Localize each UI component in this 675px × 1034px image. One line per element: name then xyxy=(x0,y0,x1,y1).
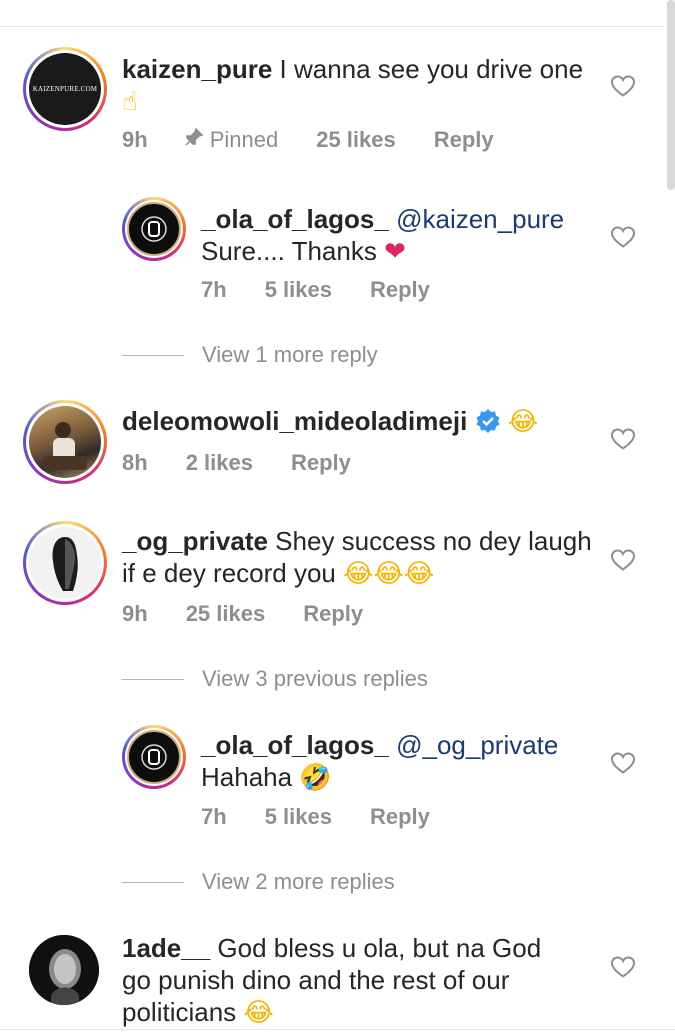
comment-text: Sure.... Thanks xyxy=(201,236,385,266)
divider-dash xyxy=(122,354,184,356)
comment-emoji: 😂 xyxy=(243,998,274,1028)
comment-body: kaizen_pure I wanna see you drive one ☝ xyxy=(122,53,592,118)
comment-username[interactable]: _ola_of_lagos_ xyxy=(201,730,389,760)
avatar-logo-text: KAIZENPURE.COM xyxy=(32,85,98,93)
comment-body: 1ade__ God bless u ola, but na God go pu… xyxy=(122,932,542,1029)
view-more-replies-button[interactable]: View 1 more reply xyxy=(122,342,378,368)
comment-emoji: 😂 xyxy=(507,407,539,437)
avatar[interactable] xyxy=(122,725,186,789)
face-silhouette-icon xyxy=(52,537,78,591)
like-heart-icon[interactable] xyxy=(610,548,636,572)
reply-button[interactable]: Reply xyxy=(370,277,430,303)
pinned-label: Pinned xyxy=(209,127,279,152)
view-more-replies-button[interactable]: View 2 more replies xyxy=(122,869,395,895)
comment-meta: 7h 5 likes Reply xyxy=(201,804,430,830)
bottom-divider xyxy=(0,1029,675,1030)
verified-badge-icon xyxy=(476,409,500,433)
view-previous-replies-button[interactable]: View 3 previous replies xyxy=(122,666,428,692)
heart-emoji: ❤ xyxy=(384,237,406,267)
comment-emoji: ☝ xyxy=(122,87,138,117)
comment-username[interactable]: _og_private xyxy=(122,526,268,556)
comment-likes[interactable]: 25 likes xyxy=(316,127,396,153)
comment-time: 7h xyxy=(201,804,227,829)
comment-body: _ola_of_lagos_ @kaizen_pure Sure.... Tha… xyxy=(201,203,601,268)
comment-text: I wanna see you drive one xyxy=(272,54,584,84)
divider-dash xyxy=(122,881,184,883)
comment-body: _og_private Shey success no dey laugh if… xyxy=(122,525,592,590)
comment-username[interactable]: 1ade__ xyxy=(122,933,210,963)
divider-dash xyxy=(122,678,184,680)
comment-meta: 9h Pinned 25 likes Reply xyxy=(122,127,494,153)
avatar[interactable] xyxy=(122,197,186,261)
scrollbar[interactable] xyxy=(667,0,675,190)
mention-link[interactable]: @kaizen_pure xyxy=(396,204,564,234)
like-heart-icon[interactable] xyxy=(610,955,636,979)
comment-body: deleomowoli_mideoladimeji 😂 xyxy=(122,405,592,438)
comment-meta: 8h 2 likes Reply xyxy=(122,450,351,476)
ola-logo-icon xyxy=(141,216,167,242)
comment-likes[interactable]: 2 likes xyxy=(186,450,253,476)
top-divider xyxy=(0,26,665,27)
like-heart-icon[interactable] xyxy=(610,74,636,98)
avatar[interactable] xyxy=(23,400,107,484)
comment-time: 9h xyxy=(122,601,148,626)
avatar[interactable] xyxy=(29,935,99,1005)
face-photo-icon xyxy=(29,935,99,1005)
comment-likes[interactable]: 25 likes xyxy=(186,601,266,627)
comment-likes[interactable]: 5 likes xyxy=(265,277,332,303)
view-more-label: View 2 more replies xyxy=(202,869,395,894)
comment-text: Hahaha xyxy=(201,762,300,792)
comments-screen: KAIZENPURE.COM kaizen_pure I wanna see y… xyxy=(0,0,675,1034)
like-heart-icon[interactable] xyxy=(610,225,636,249)
comment-emoji: 😂😂😂 xyxy=(343,559,435,589)
ola-logo-icon xyxy=(141,744,167,770)
reply-button[interactable]: Reply xyxy=(434,127,494,153)
reply-button[interactable]: Reply xyxy=(303,601,363,627)
comment-likes[interactable]: 5 likes xyxy=(265,804,332,830)
view-more-label: View 3 previous replies xyxy=(202,666,428,691)
view-more-label: View 1 more reply xyxy=(202,342,378,367)
comment-username[interactable]: kaizen_pure xyxy=(122,54,272,84)
comment-username[interactable]: deleomowoli_mideoladimeji xyxy=(122,406,467,436)
reply-button[interactable]: Reply xyxy=(370,804,430,830)
reply-button[interactable]: Reply xyxy=(291,450,351,476)
person-photo-icon xyxy=(43,422,87,470)
avatar[interactable] xyxy=(23,521,107,605)
pin-icon xyxy=(184,127,204,153)
comment-emoji: 🤣 xyxy=(299,763,332,793)
comment-time: 7h xyxy=(201,277,227,302)
like-heart-icon[interactable] xyxy=(610,427,636,451)
like-heart-icon[interactable] xyxy=(610,751,636,775)
comment-time: 9h xyxy=(122,127,148,152)
comment-meta: 7h 5 likes Reply xyxy=(201,277,430,303)
comment-username[interactable]: _ola_of_lagos_ xyxy=(201,204,389,234)
avatar[interactable]: KAIZENPURE.COM xyxy=(23,47,107,131)
comment-meta: 9h 25 likes Reply xyxy=(122,601,363,627)
mention-link[interactable]: @_og_private xyxy=(396,730,558,760)
comment-time: 8h xyxy=(122,450,148,475)
comment-body: _ola_of_lagos_ @_og_private Hahaha 🤣 xyxy=(201,729,601,794)
